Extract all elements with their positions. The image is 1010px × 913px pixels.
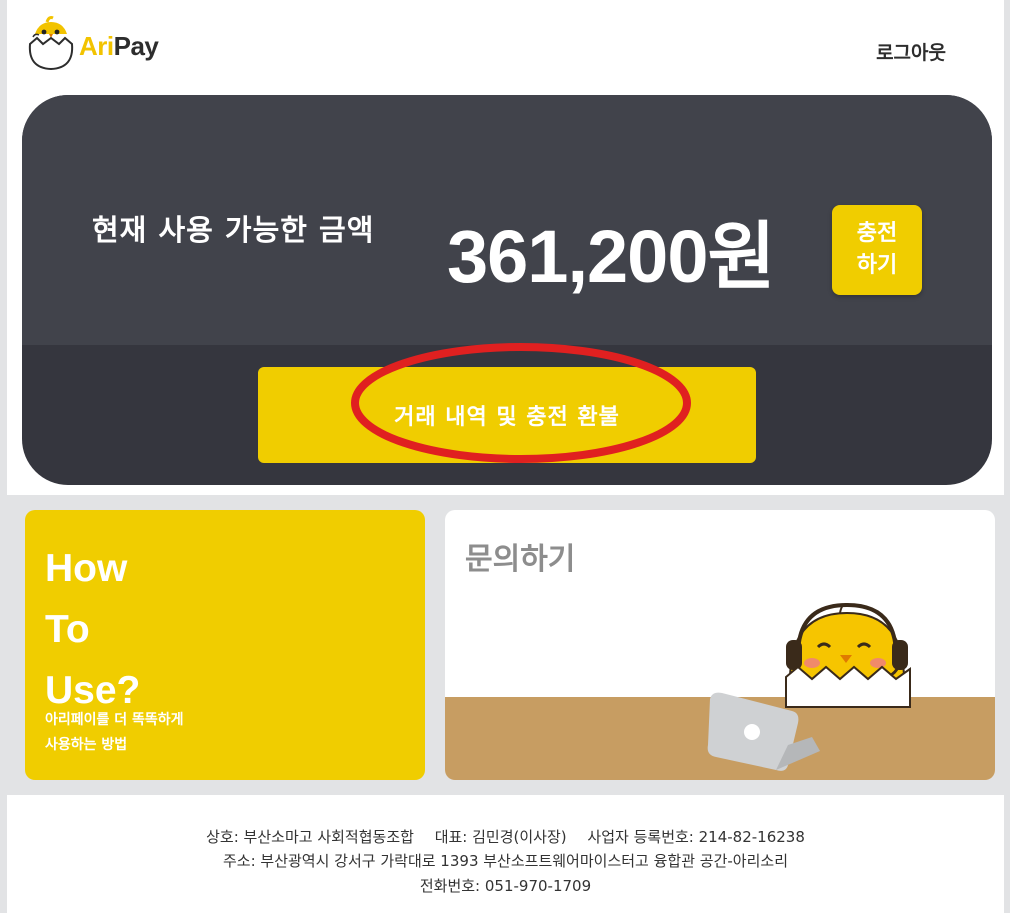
charge-button-label-line1: 충전 — [856, 221, 898, 246]
how-to-use-title: How To Use? — [45, 538, 140, 721]
chick-with-headset-laptop-icon — [707, 602, 911, 771]
footer-ceo: 대표: 김민경(이사장) — [434, 828, 567, 846]
inquiry-card[interactable]: 문의하기 — [445, 510, 995, 780]
chick-egg-logo-icon — [28, 16, 74, 71]
footer: 상호: 부산소마고 사회적협동조합 대표: 김민경(이사장) 사업자 등록번호:… — [7, 795, 1004, 913]
how-to-use-title-line1: How — [45, 547, 128, 590]
logout-button[interactable]: 로그아웃 — [876, 38, 946, 65]
header: AriPay 로그아웃 — [7, 0, 1004, 95]
logo[interactable]: AriPay — [25, 14, 159, 72]
footer-address: 주소: 부산광역시 강서구 가락대로 1393 부산소프트웨어마이스터고 융합관… — [222, 852, 789, 870]
page-frame-right — [1004, 0, 1010, 913]
charge-button-label-line2: 하기 — [856, 253, 898, 278]
how-to-use-title-line2: To — [45, 608, 90, 651]
charge-button[interactable]: 충전 하기 — [832, 205, 922, 295]
balance-amount: 361,200원 — [447, 215, 776, 298]
page-frame-left — [0, 0, 7, 913]
logo-text-pay: Pay — [113, 30, 159, 61]
footer-phone: 전화번호: 051-970-1709 — [419, 877, 592, 895]
balance-label: 현재 사용 가능한 금액 — [92, 213, 375, 247]
logo-text: AriPay — [79, 30, 159, 62]
how-to-use-subtitle: 아리페이를 더 똑똑하게 사용하는 방법 — [45, 708, 184, 758]
how-to-use-subtitle-line2: 사용하는 방법 — [45, 737, 128, 753]
top-area: AriPay 로그아웃 현재 사용 가능한 금액 361,200원 충전 하기 … — [7, 0, 1004, 495]
logo-text-ari: Ari — [79, 30, 114, 61]
transaction-history-refund-button[interactable]: 거래 내역 및 충전 환불 — [258, 367, 756, 463]
footer-business-number: 사업자 등록번호: 214-82-16238 — [587, 828, 805, 846]
footer-company: 상호: 부산소마고 사회적협동조합 — [206, 828, 414, 846]
how-to-use-card[interactable]: How To Use? 아리페이를 더 똑똑하게 사용하는 방법 — [25, 510, 425, 780]
inquiry-title: 문의하기 — [465, 542, 576, 577]
footer-line-1: 상호: 부산소마고 사회적협동조합 대표: 김민경(이사장) 사업자 등록번호:… — [7, 826, 1004, 847]
how-to-use-subtitle-line1: 아리페이를 더 똑똑하게 — [45, 712, 184, 728]
balance-card: 현재 사용 가능한 금액 361,200원 충전 하기 거래 내역 및 충전 환… — [22, 95, 992, 485]
